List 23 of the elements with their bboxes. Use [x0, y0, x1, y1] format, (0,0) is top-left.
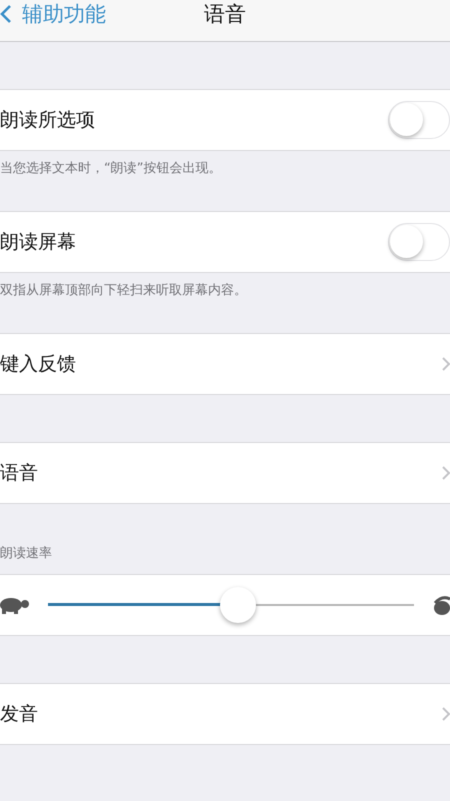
row-label: 朗读所选项 [0, 108, 95, 133]
chevron-icon [442, 357, 450, 371]
turtle-icon [0, 595, 30, 615]
settings-row[interactable]: 语音 [0, 442, 450, 504]
toggle-switch[interactable] [388, 223, 450, 261]
settings-row[interactable]: 朗读屏幕 [0, 211, 450, 273]
speech-rate-slider[interactable] [48, 586, 414, 624]
row-label: 语音 [0, 461, 38, 486]
chevron-icon [442, 466, 450, 480]
row-label: 朗读屏幕 [0, 230, 76, 255]
section-header: 朗读速率 [0, 545, 53, 563]
slider-thumb[interactable] [220, 587, 256, 623]
toggle-switch[interactable] [388, 101, 450, 139]
settings-row[interactable]: 键入反馈 [0, 333, 450, 395]
row-label: 发音 [0, 702, 38, 727]
chevron-icon [442, 707, 450, 721]
back-chevron-icon [0, 4, 12, 24]
section-footer: 双指从屏幕顶部向下轻扫来听取屏幕内容。 [0, 273, 450, 333]
page-title: 语音 [203, 1, 247, 28]
section-footer: 当您选择文本时，“朗读”按钮会出现。 [0, 151, 450, 211]
settings-row[interactable]: 发音 [0, 683, 450, 745]
settings-row[interactable]: 朗读所选项 [0, 89, 450, 151]
row-label: 键入反馈 [0, 352, 76, 377]
